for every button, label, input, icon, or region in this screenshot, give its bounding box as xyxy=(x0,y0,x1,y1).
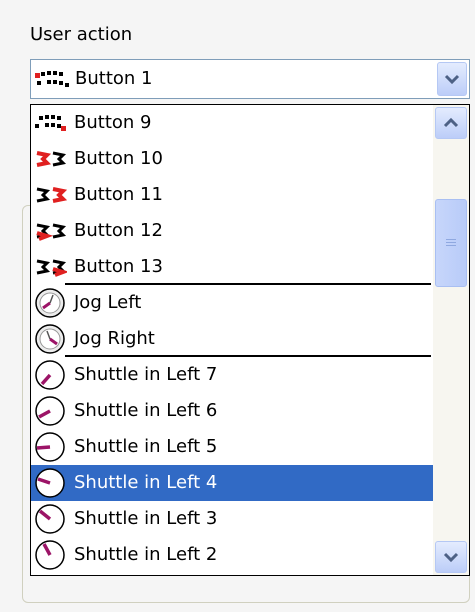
list-item-button-12[interactable]: Button 12 xyxy=(31,213,435,249)
scroll-down-button[interactable] xyxy=(435,541,467,573)
list-item-shuttle-in-left-5[interactable]: Shuttle in Left 5 xyxy=(31,429,435,465)
list-item-button-11[interactable]: Button 11 xyxy=(31,177,435,213)
shuttle-left-7-dial-icon xyxy=(33,359,67,391)
list-item-label: Shuttle in Left 2 xyxy=(74,544,218,565)
shuttle-left-3-dial-icon xyxy=(33,503,67,535)
shuttle-left-2-dial-icon xyxy=(33,539,67,571)
list-item-label: Shuttle in Left 6 xyxy=(74,400,218,421)
shuttle-left-5-dial-icon xyxy=(33,431,67,463)
scroll-up-button[interactable] xyxy=(435,107,467,139)
list-item-label: Jog Right xyxy=(74,328,155,349)
button-13-pair-icon xyxy=(33,251,70,283)
scroll-thumb[interactable] xyxy=(435,199,467,287)
separator xyxy=(65,283,431,285)
list-item-label: Shuttle in Left 3 xyxy=(74,508,218,529)
list-item-shuttle-in-left-7[interactable]: Shuttle in Left 7 xyxy=(31,357,435,393)
list-item-shuttle-in-left-4[interactable]: Shuttle in Left 4 xyxy=(31,465,435,501)
vertical-scrollbar[interactable] xyxy=(433,105,469,575)
list-item-button-10[interactable]: Button 10 xyxy=(31,141,435,177)
list-item-jog-left[interactable]: Jog Left xyxy=(31,285,435,321)
shuttle-left-6-dial-icon xyxy=(33,395,67,427)
button-12-pair-icon xyxy=(33,215,67,247)
list-item-label: Shuttle in Left 7 xyxy=(74,364,218,385)
shuttle-left-4-dial-icon xyxy=(33,467,67,499)
dropdown-list[interactable]: Button 9 Button 10 Button 11 Button 12 B… xyxy=(30,104,470,576)
button-11-pair-icon xyxy=(33,179,68,211)
list-item-label: Jog Left xyxy=(74,292,142,313)
chevron-down-icon xyxy=(444,74,460,85)
selected-value: Button 1 xyxy=(75,68,153,89)
list-item-button-9[interactable]: Button 9 xyxy=(31,105,435,141)
list-item-jog-right[interactable]: Jog Right xyxy=(31,321,435,357)
list-item-label: Button 13 xyxy=(74,256,163,277)
button-1-dots-icon xyxy=(33,67,71,96)
list-item-label: Shuttle in Left 5 xyxy=(74,436,218,457)
chevron-down-icon xyxy=(443,552,459,563)
chevron-up-icon xyxy=(443,117,459,128)
user-action-combobox[interactable]: Button 1 xyxy=(30,59,470,99)
list-item-label: Button 10 xyxy=(74,148,163,169)
list-item-button-13[interactable]: Button 13 xyxy=(31,249,435,285)
jog-left-dial-icon xyxy=(33,287,67,319)
list-item-label: Button 9 xyxy=(74,112,152,133)
list-item-shuttle-in-left-3[interactable]: Shuttle in Left 3 xyxy=(31,501,435,537)
separator xyxy=(65,355,431,357)
user-action-label: User action xyxy=(30,24,133,45)
button-10-pair-icon xyxy=(33,143,67,175)
list-item-shuttle-in-left-2[interactable]: Shuttle in Left 2 xyxy=(31,537,435,573)
jog-right-dial-icon xyxy=(33,323,67,355)
list-item-label: Button 12 xyxy=(74,220,163,241)
dropdown-button[interactable] xyxy=(437,62,467,96)
list-item-label: Button 11 xyxy=(74,184,163,205)
grip-icon xyxy=(446,239,456,246)
list-item-label: Shuttle in Left 4 xyxy=(74,472,218,493)
button-9-dots-icon xyxy=(33,107,67,139)
list-rows: Button 9 Button 10 Button 11 Button 12 B… xyxy=(31,105,435,573)
list-item-shuttle-in-left-6[interactable]: Shuttle in Left 6 xyxy=(31,393,435,429)
